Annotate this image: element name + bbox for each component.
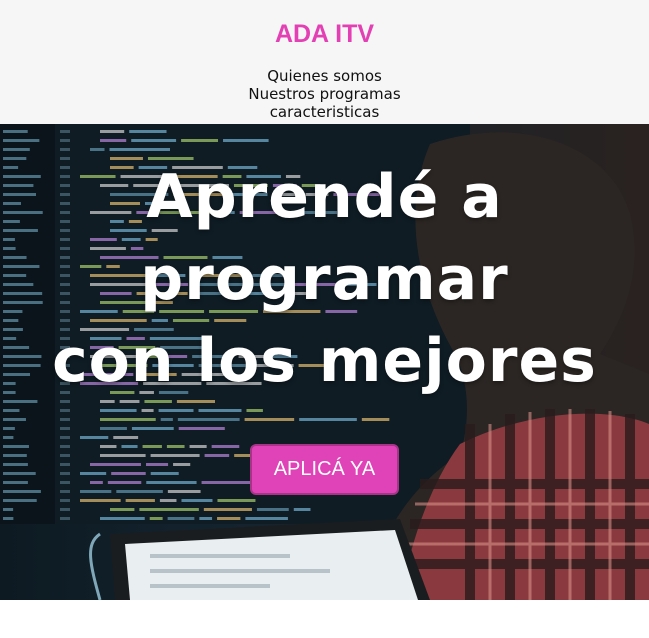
nav-link-quienes-somos[interactable]: Quienes somos <box>0 67 649 85</box>
hero-section: Aprendé a programar con los mejores APLI… <box>0 124 649 600</box>
site-header: ADA ITV Quienes somos Nuestros programas… <box>0 0 649 124</box>
nav-link-nuestros-programas[interactable]: Nuestros programas <box>0 85 649 103</box>
brand-logo[interactable]: ADA ITV <box>0 20 649 49</box>
page-bottom-area <box>0 600 649 638</box>
main-nav: Quienes somos Nuestros programas caracte… <box>0 67 649 121</box>
landing-page: ADA ITV Quienes somos Nuestros programas… <box>0 0 649 638</box>
nav-link-caracteristicas[interactable]: caracteristicas <box>0 103 649 121</box>
headline-line-1: Aprendé a <box>146 162 503 232</box>
headline-line-2: programar <box>140 244 509 314</box>
hero-headline: Aprendé a programar con los mejores <box>0 156 649 402</box>
headline-line-3: con los mejores <box>52 326 597 396</box>
apply-now-button[interactable]: APLICÁ YA <box>250 444 399 495</box>
